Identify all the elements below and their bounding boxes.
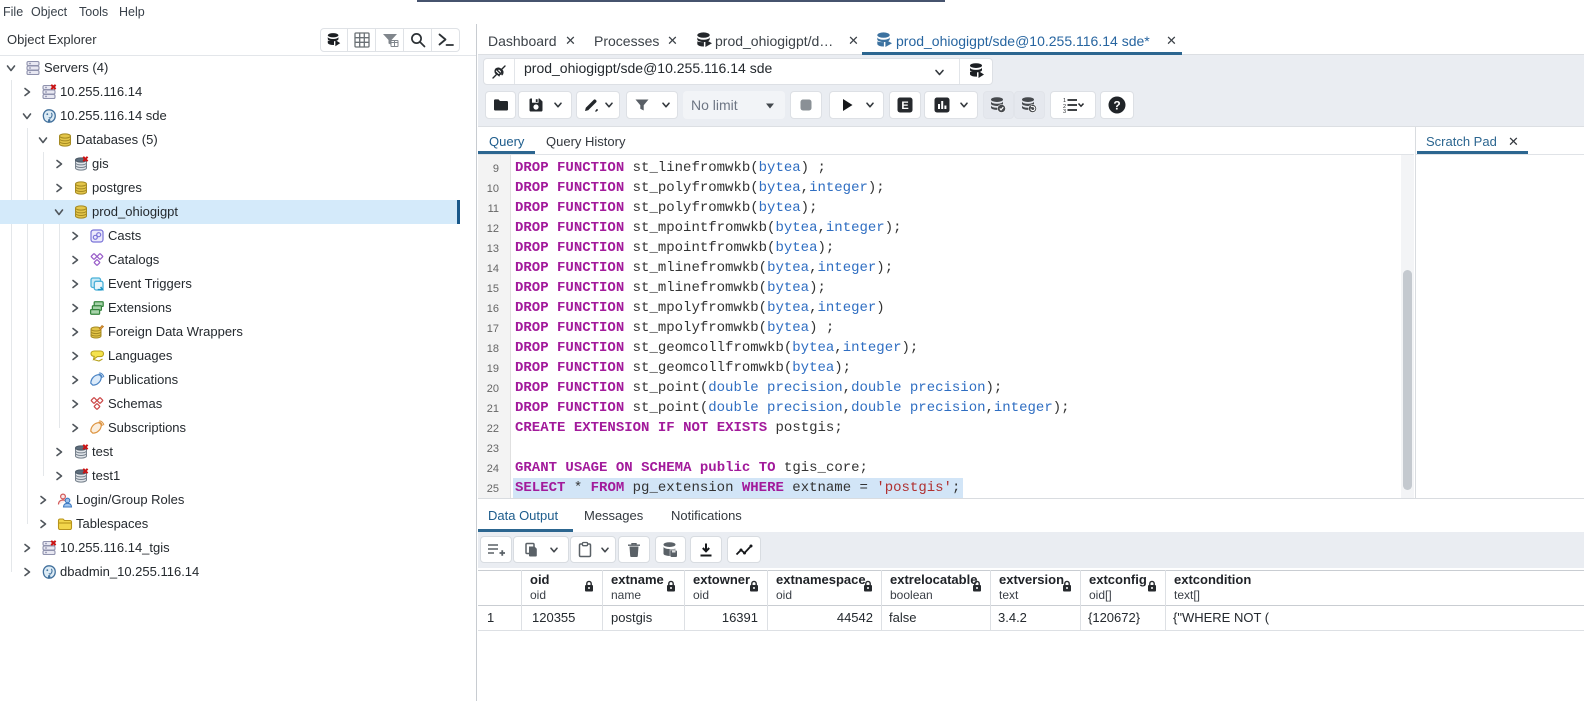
svg-text:3: 3	[1063, 109, 1066, 114]
svg-text:?: ?	[1113, 99, 1120, 113]
svg-text:E: E	[901, 100, 908, 112]
